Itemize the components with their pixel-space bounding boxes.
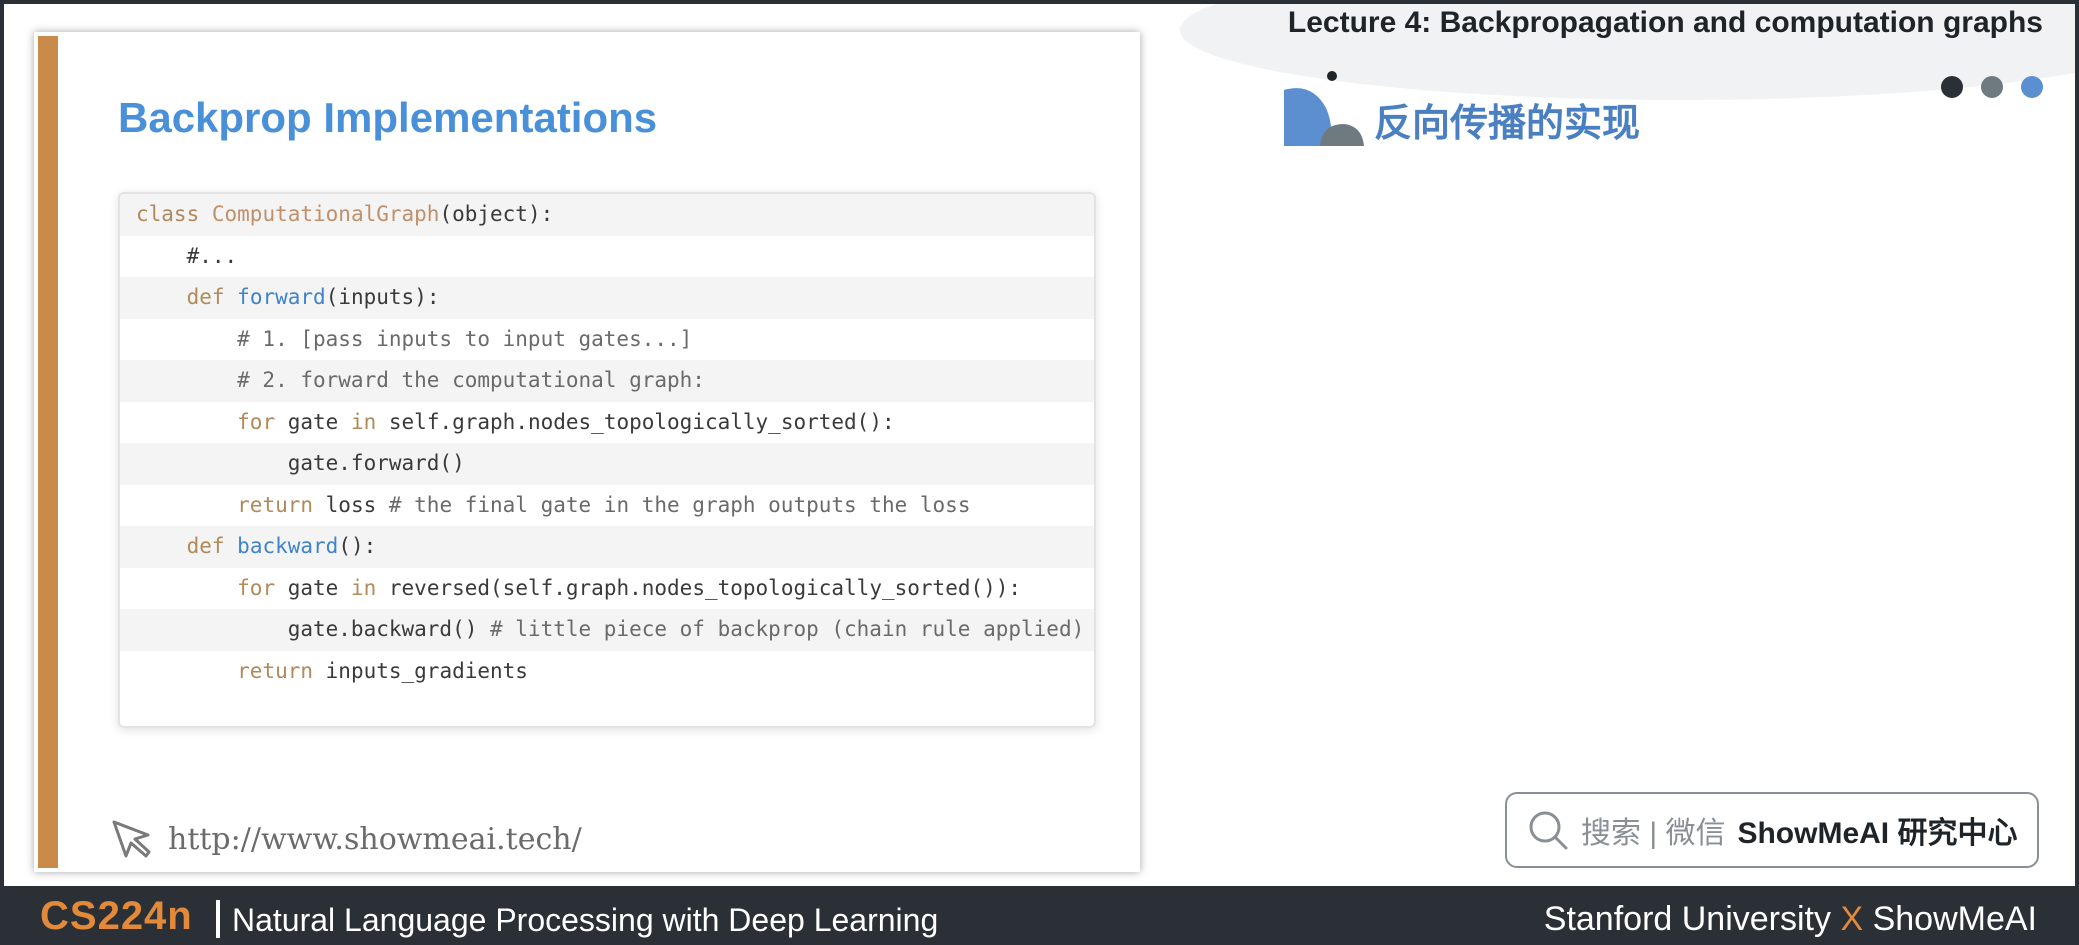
- dot-3: [2021, 76, 2043, 98]
- code-line: gate.forward(): [120, 443, 1094, 485]
- cursor-icon: [112, 820, 151, 858]
- topic-title: 反向传播的实现: [1374, 103, 1641, 145]
- footer-divider: [216, 900, 220, 938]
- code-line: # 1. [pass inputs to input gates...]: [136, 326, 693, 351]
- code-line: for gate in reversed(self.graph.nodes_to…: [237, 575, 1022, 600]
- code-line: for gate in self.graph.nodes_topological…: [237, 409, 895, 434]
- slide-heading: Backprop Implementations: [118, 94, 658, 141]
- credits-brand: ShowMeAI: [1872, 900, 2037, 938]
- page-dots: [1941, 76, 2043, 98]
- code-line: def backward():: [120, 526, 1094, 568]
- course-code: CS224n: [40, 894, 193, 938]
- search-hint: 搜索 | 微信: [1581, 817, 1726, 850]
- topic-logo-icon: [1284, 71, 1364, 146]
- search-brand: ShowMeAI 研究中心: [1737, 817, 2018, 850]
- code-class-name: ComputationalGraph: [211, 202, 440, 226]
- search-box[interactable]: 搜索 | 微信 ShowMeAI 研究中心: [1505, 792, 2039, 868]
- code-line: # 2. forward the computational graph:: [120, 360, 1094, 402]
- code-line: return inputs_gradients: [237, 658, 528, 683]
- code-line: return loss # the final gate in the grap…: [237, 492, 971, 517]
- lecture-title: Lecture 4: Backpropagation and computati…: [1287, 6, 2043, 39]
- source-url[interactable]: http://www.showmeai.tech/: [168, 822, 582, 857]
- footer-credits: Stanford University X ShowMeAI: [1544, 900, 2037, 939]
- credits-university: Stanford University: [1543, 900, 1831, 938]
- source-link-row[interactable]: http://www.showmeai.tech/: [108, 816, 582, 862]
- code-line: def forward(inputs):: [120, 277, 1094, 319]
- dot-1: [1941, 76, 1963, 98]
- dot-2: [1981, 76, 2003, 98]
- search-icon: [1529, 811, 1568, 850]
- credits-x: X: [1840, 900, 1864, 938]
- course-name: Natural Language Processing with Deep Le…: [232, 902, 939, 938]
- code-line: gate.backward() # little piece of backpr…: [120, 609, 1094, 651]
- code-block: class ComputationalGraph(object): #... d…: [118, 192, 1096, 728]
- slide-accent-bar: [38, 36, 58, 868]
- code-line: class ComputationalGraph(object):: [120, 194, 1094, 236]
- code-line: #...: [136, 243, 238, 268]
